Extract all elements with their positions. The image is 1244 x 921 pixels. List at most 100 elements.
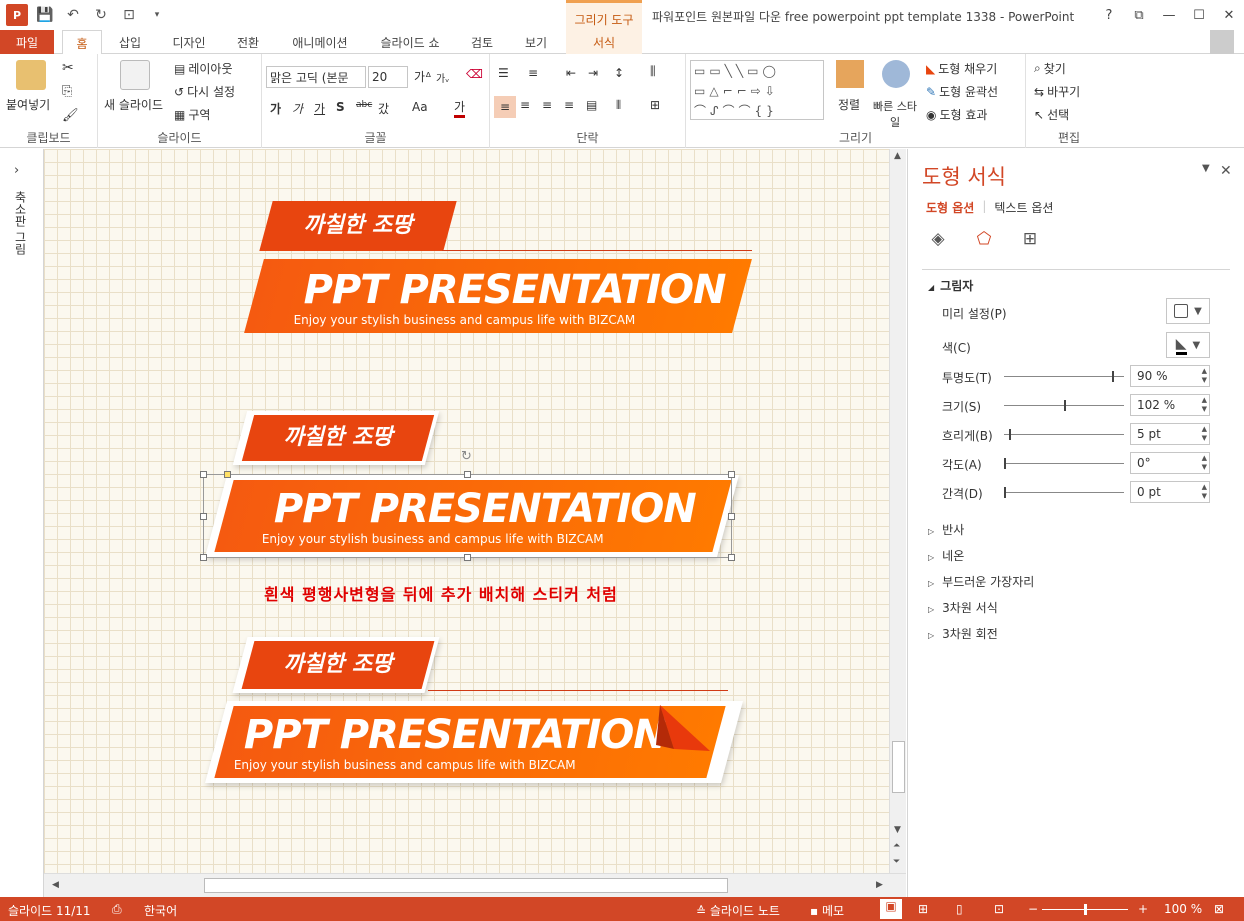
replace-button[interactable]: ⇆ 바꾸기 — [1034, 83, 1080, 100]
spinner-arrows-icon[interactable]: ▲ ▼ — [1202, 425, 1207, 443]
arrange-button[interactable]: 정렬 — [838, 96, 860, 113]
save-icon[interactable]: 💾 — [34, 5, 56, 25]
new-slide-button[interactable]: 새 슬라이드 — [104, 96, 163, 113]
minimize-button[interactable]: — — [1154, 0, 1184, 30]
slider-knob[interactable] — [1004, 487, 1006, 498]
expand-thumbnails-icon[interactable]: › — [14, 163, 19, 178]
help-button[interactable]: ? — [1094, 0, 1124, 30]
slide-indicator[interactable]: 슬라이드 11/11 — [8, 902, 91, 919]
select-button[interactable]: ↖ 선택 — [1034, 106, 1069, 123]
resize-handle[interactable] — [200, 554, 207, 561]
justify-icon[interactable]: ≡ — [564, 98, 574, 112]
resize-handle[interactable] — [728, 554, 735, 561]
slider-knob[interactable] — [1008, 429, 1011, 440]
ribbon-display-options-button[interactable]: ⧉ — [1124, 0, 1154, 30]
tab-text-options[interactable]: 텍스트 옵션 — [994, 199, 1053, 216]
columns-icon[interactable]: ⫴ — [616, 98, 621, 113]
tab-shape-options[interactable]: 도형 옵션 — [926, 199, 974, 216]
increase-indent-icon[interactable]: ⇥ — [588, 66, 598, 80]
vertical-scroll-thumb[interactable] — [892, 741, 905, 793]
3d-rotation-section[interactable]: ▷ 3차원 회전 — [928, 625, 998, 642]
tab-insert[interactable]: 삽입 — [110, 30, 150, 54]
new-slide-icon[interactable] — [120, 60, 150, 90]
resize-handle[interactable] — [464, 554, 471, 561]
customize-qat-icon[interactable]: ▾ — [146, 5, 168, 25]
zoom-out-icon[interactable]: − — [1028, 902, 1038, 916]
scroll-down-icon[interactable]: ▼ — [894, 825, 901, 835]
soft-edges-section[interactable]: ▷ 부드러운 가장자리 — [928, 573, 1034, 590]
tab-file[interactable]: 파일 — [0, 30, 54, 54]
font-color-button[interactable]: 가 — [454, 98, 466, 118]
horizontal-scrollbar[interactable]: ◀ ▶ — [44, 873, 906, 897]
zoom-slider[interactable] — [1042, 904, 1128, 915]
quick-styles-icon[interactable] — [882, 60, 910, 88]
large-banner-3[interactable]: PPT PRESENTATION Enjoy your stylish busi… — [214, 706, 726, 778]
transparency-slider[interactable] — [1004, 371, 1124, 382]
char-spacing-button[interactable]: 갔 — [378, 100, 389, 117]
tab-review[interactable]: 검토 — [460, 30, 504, 54]
zoom-slider-knob[interactable] — [1084, 904, 1087, 915]
section-button[interactable]: ▦ 구역 — [174, 106, 210, 123]
bullets-icon[interactable]: ☰ — [498, 66, 509, 80]
font-name-combo[interactable]: 맑은 고딕 (본문 — [266, 66, 366, 88]
spellcheck-icon[interactable]: ⎙ — [112, 902, 122, 917]
strikethrough-button[interactable]: abc — [356, 100, 372, 110]
pane-close-icon[interactable]: ✕ — [1220, 163, 1232, 179]
zoom-level[interactable]: 100 % — [1164, 902, 1202, 916]
decrease-indent-icon[interactable]: ⇤ — [566, 66, 576, 80]
shape-effects-button[interactable]: ◉ 도형 효과 — [926, 106, 987, 123]
font-size-combo[interactable]: 20 — [368, 66, 408, 88]
notes-button[interactable]: ≙ 슬라이드 노트 — [696, 902, 780, 919]
normal-view-icon[interactable]: ▣ — [880, 899, 902, 919]
language-indicator[interactable]: 한국어 — [144, 902, 177, 919]
spinner-arrows-icon[interactable]: ▲ ▼ — [1202, 396, 1207, 414]
convert-smartart-icon[interactable]: ⊞ — [650, 98, 660, 112]
reflection-section[interactable]: ▷ 반사 — [928, 521, 964, 538]
3d-format-section[interactable]: ▷ 3차원 서식 — [928, 599, 998, 616]
spinner-arrows-icon[interactable]: ▲ ▼ — [1202, 483, 1207, 501]
next-slide-icon[interactable]: ⏷ — [893, 857, 900, 867]
distance-spinner[interactable]: 0 pt ▲ ▼ — [1130, 481, 1210, 503]
angle-spinner[interactable]: 0° ▲ ▼ — [1130, 452, 1210, 474]
blur-spinner[interactable]: 5 pt ▲ ▼ — [1130, 423, 1210, 445]
comments-button[interactable]: ▪ 메모 — [810, 902, 844, 919]
horizontal-scroll-thumb[interactable] — [204, 878, 728, 893]
small-banner-3[interactable]: 까칠한 조땅 — [241, 641, 435, 689]
distance-slider[interactable] — [1004, 487, 1124, 498]
clear-format-icon[interactable]: ⌫ — [466, 67, 483, 81]
shape-outline-button[interactable]: ✎ 도형 윤곽선 — [926, 83, 998, 100]
change-case-button[interactable]: Aa — [412, 100, 428, 114]
small-banner-1[interactable]: 까칠한 조땅 — [259, 201, 457, 251]
paste-icon[interactable] — [16, 60, 46, 90]
glow-section[interactable]: ▷ 네온 — [928, 547, 964, 564]
spinner-arrows-icon[interactable]: ▲ ▼ — [1202, 454, 1207, 472]
tab-format[interactable]: 서식 — [566, 30, 642, 54]
italic-button[interactable]: 가 — [292, 100, 303, 117]
slider-knob[interactable] — [1064, 400, 1066, 411]
spinner-arrows-icon[interactable]: ▲ ▼ — [1202, 367, 1207, 385]
arrange-icon[interactable] — [836, 60, 864, 88]
small-banner-2[interactable]: 까칠한 조땅 — [241, 415, 435, 461]
large-banner-1[interactable]: PPT PRESENTATION Enjoy your stylish busi… — [244, 259, 752, 333]
transparency-spinner[interactable]: 90 % ▲ ▼ — [1130, 365, 1210, 387]
scroll-left-icon[interactable]: ◀ — [52, 880, 59, 890]
previous-slide-icon[interactable]: ⏶ — [893, 841, 900, 851]
slideshow-view-icon[interactable]: ⊡ — [994, 902, 1004, 916]
tab-home[interactable]: 홈 — [62, 30, 102, 55]
slider-knob[interactable] — [1004, 458, 1006, 469]
slide-canvas[interactable]: 까칠한 조땅 PPT PRESENTATION Enjoy your styli… — [44, 149, 889, 873]
find-button[interactable]: ⌕ 찾기 — [1034, 60, 1066, 77]
resize-handle[interactable] — [200, 513, 207, 520]
shadow-section-header[interactable]: ◢ 그림자 — [928, 277, 973, 294]
fit-to-window-icon[interactable]: ⊠ — [1214, 902, 1224, 916]
align-left-icon[interactable]: ≡ — [494, 96, 516, 118]
layout-button[interactable]: ▤ 레이아웃 — [174, 60, 233, 77]
fill-line-icon[interactable]: ◈ — [926, 227, 950, 251]
format-painter-icon[interactable]: 🖌 — [62, 108, 79, 123]
align-right-icon[interactable]: ≡ — [542, 98, 552, 112]
adjust-handle[interactable] — [224, 471, 231, 478]
scroll-up-icon[interactable]: ▲ — [894, 151, 901, 161]
tab-transitions[interactable]: 전환 — [226, 30, 270, 54]
shrink-font-icon[interactable]: 가ᵥ — [436, 70, 449, 85]
resize-handle[interactable] — [464, 471, 471, 478]
